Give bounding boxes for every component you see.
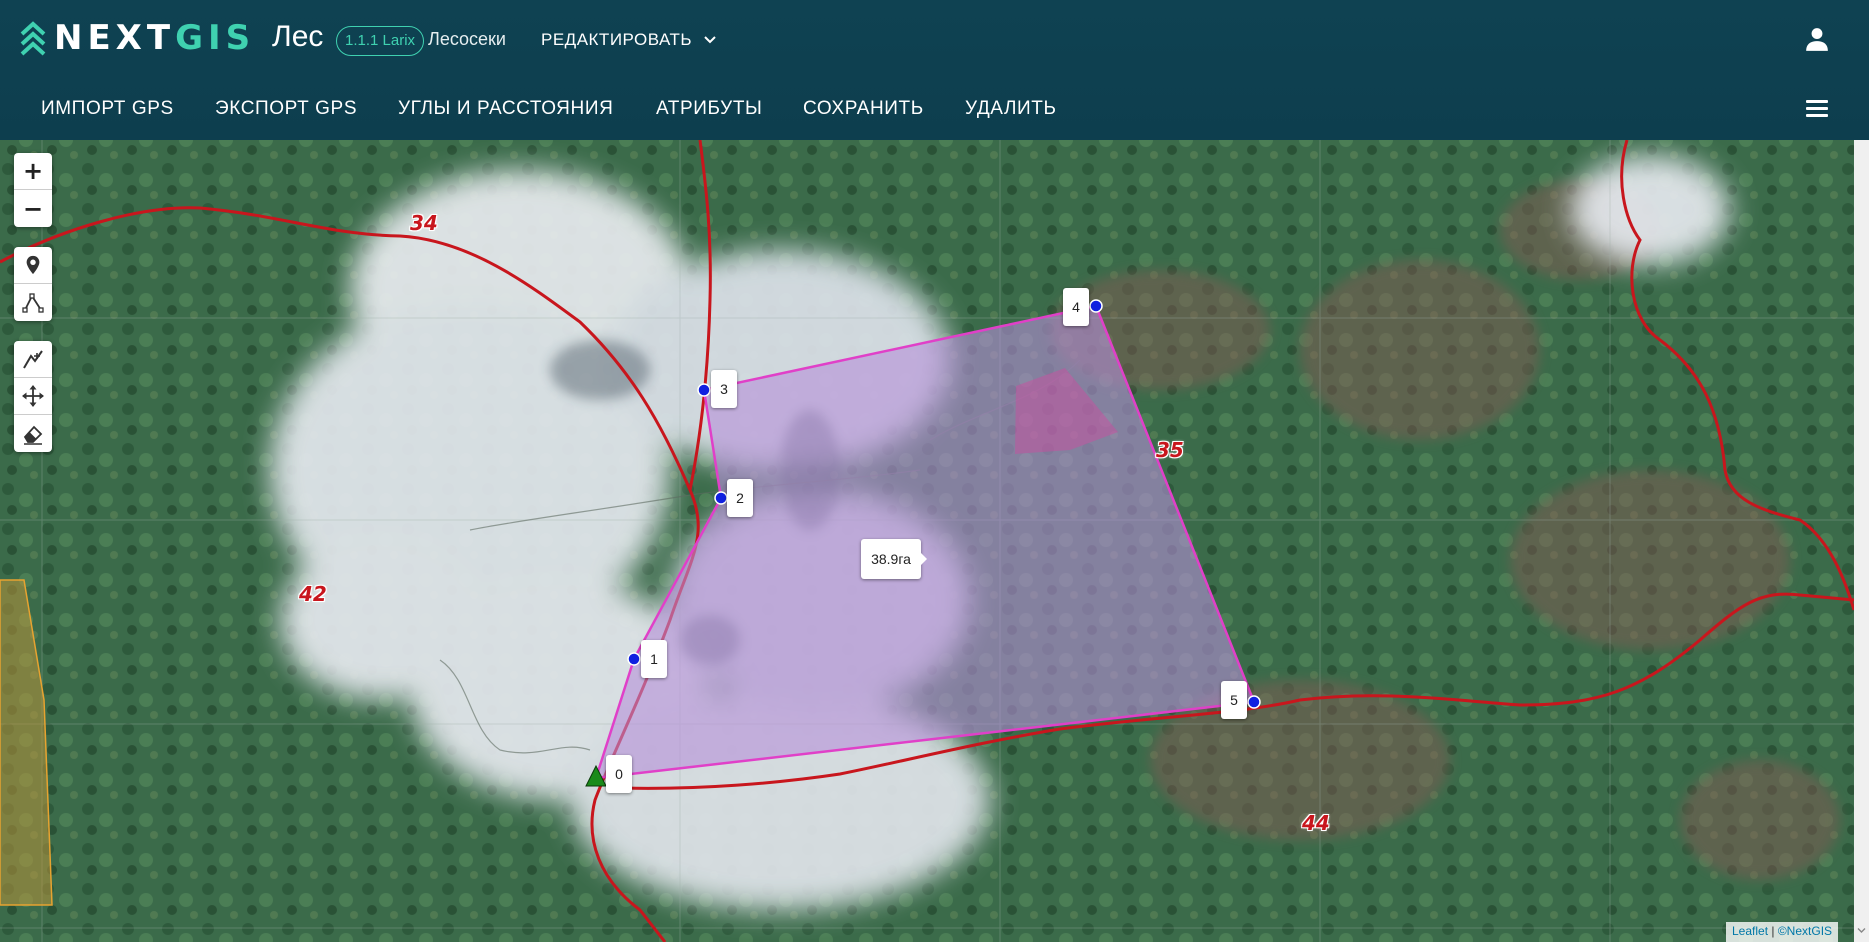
app-header: NEXTGIS Лес 1.1.1 Larix Лесосеки РЕДАКТИ… — [0, 0, 1869, 140]
zoom-in-button[interactable]: + — [14, 153, 52, 190]
marker-button[interactable] — [14, 247, 52, 284]
account-icon[interactable] — [1804, 26, 1830, 52]
chevron-down-icon[interactable] — [1857, 926, 1866, 935]
draw-control — [14, 247, 52, 321]
top-bar: NEXTGIS Лес 1.1.1 Larix Лесосеки РЕДАКТИ… — [0, 0, 1869, 78]
logo[interactable]: NEXTGIS — [20, 18, 255, 58]
delete-button[interactable]: УДАЛИТЬ — [965, 98, 1057, 120]
block-number: 42 — [299, 582, 327, 606]
edit-menu-label: РЕДАКТИРОВАТЬ — [541, 30, 693, 49]
angles-distances-button[interactable]: УГЛЫ И РАССТОЯНИЯ — [398, 98, 613, 120]
block-number: 35 — [1156, 438, 1184, 462]
move-button[interactable] — [14, 378, 52, 415]
export-gps-button[interactable]: ЭКСПОРТ GPS — [215, 98, 357, 120]
edit-control — [14, 341, 52, 452]
map-view[interactable]: + − 34 35 42 44 0 1 2 3 4 5 — [0, 140, 1854, 942]
attributes-button[interactable]: АТРИБУТЫ — [656, 98, 762, 120]
block-number: 44 — [1302, 811, 1330, 835]
eraser-icon — [23, 425, 43, 445]
vertex-label[interactable]: 3 — [711, 370, 737, 408]
zoom-out-button[interactable]: − — [14, 190, 52, 227]
eraser-button[interactable] — [14, 415, 52, 452]
marker-icon — [26, 255, 40, 275]
chevron-down-icon — [704, 36, 716, 44]
vertex-label[interactable]: 4 — [1063, 288, 1089, 326]
move-icon — [22, 385, 44, 407]
edit-menu-button[interactable]: РЕДАКТИРОВАТЬ — [541, 30, 716, 50]
polyline-button[interactable] — [14, 284, 52, 321]
vertex-label[interactable]: 0 — [606, 755, 632, 793]
menu-icon[interactable] — [1806, 100, 1828, 118]
save-button[interactable]: СОХРАНИТЬ — [803, 98, 924, 120]
nextgis-link[interactable]: ©NextGIS — [1778, 924, 1832, 938]
toolbar: ИМПОРТ GPS ЭКСПОРТ GPS УГЛЫ И РАССТОЯНИЯ… — [0, 88, 1869, 132]
app-name: Лес — [272, 20, 324, 53]
zoom-control: + − — [14, 153, 52, 227]
block-number: 34 — [410, 211, 438, 235]
scrollbar[interactable] — [1854, 140, 1869, 942]
draw-cut-icon — [23, 350, 43, 369]
attribution-separator: | — [1771, 924, 1775, 938]
draw-cut-button[interactable] — [14, 341, 52, 378]
satellite-basemap — [0, 140, 1854, 942]
map-attribution: Leaflet | ©NextGIS — [1726, 922, 1839, 942]
vertex-label[interactable]: 5 — [1221, 681, 1247, 719]
logo-text: NEXTGIS — [54, 18, 256, 58]
polyline-icon — [22, 292, 44, 313]
leaflet-link[interactable]: Leaflet — [1732, 924, 1768, 938]
page-name: Лесосеки — [428, 29, 506, 49]
version-badge: 1.1.1 Larix — [336, 26, 425, 56]
vertex-label[interactable]: 1 — [641, 640, 667, 678]
logo-mark-icon — [20, 21, 46, 56]
area-label: 38.9га — [861, 539, 927, 579]
vertex-label[interactable]: 2 — [727, 479, 753, 517]
import-gps-button[interactable]: ИМПОРТ GPS — [41, 98, 174, 120]
